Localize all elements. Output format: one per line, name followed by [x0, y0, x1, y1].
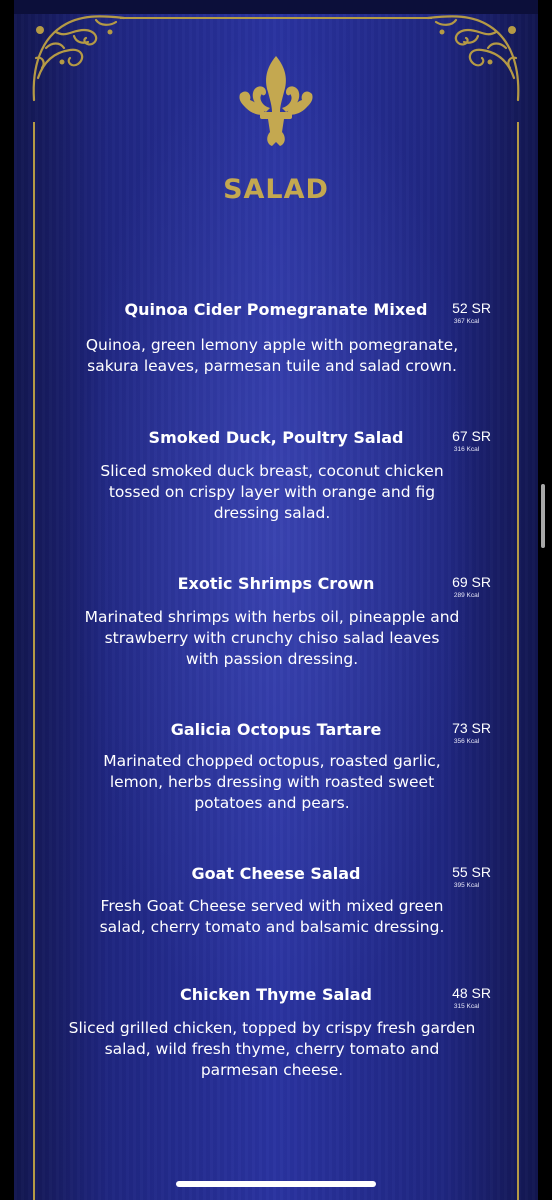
frame-right-line: [517, 122, 519, 1200]
frame-top-line: [120, 17, 432, 19]
item-description-text: Sliced smoked duck breast, coconut chick…: [100, 462, 444, 522]
item-price: 67 SR: [452, 428, 491, 444]
item-description-text: Marinated shrimps with herbs oil, pineap…: [84, 608, 460, 668]
section-title: SALAD: [223, 174, 329, 205]
item-price: 52 SR: [452, 300, 491, 316]
item-price: 69 SR: [452, 574, 491, 590]
item-kcal: 356 Kcal: [453, 738, 480, 745]
item-price: 48 SR: [452, 985, 491, 1001]
frame-left-line: [33, 122, 35, 1200]
corner-ornament-left-icon: [32, 15, 126, 102]
item-description-text: Fresh Goat Cheese served with mixed gree…: [99, 897, 445, 936]
item-price: 55 SR: [452, 864, 491, 880]
item-description-text: Sliced grilled chicken, topped by crispy…: [68, 1019, 476, 1079]
scrollbar[interactable]: [541, 484, 545, 548]
item-description: Fresh Goat Cheese served with mixed gree…: [54, 896, 490, 938]
item-description-text: Quinoa, green lemony apple with pomegran…: [85, 336, 459, 375]
item-description: Marinated shrimps with herbs oil, pineap…: [54, 607, 490, 670]
corner-ornament-right-icon: [426, 15, 520, 102]
item-description: Sliced smoked duck breast, coconut chick…: [54, 461, 490, 524]
item-kcal: 316 Kcal: [453, 446, 480, 453]
menu-page: SALAD Quinoa Cider Pomegranate Mixed 52 …: [14, 0, 538, 1200]
item-description: Marinated chopped octopus, roasted garli…: [54, 751, 490, 814]
item-description-text: Marinated chopped octopus, roasted garli…: [103, 752, 441, 812]
fleur-de-lis-icon: [239, 56, 313, 146]
item-description: Sliced grilled chicken, topped by crispy…: [50, 1018, 494, 1081]
item-kcal: 289 Kcal: [453, 592, 480, 599]
item-kcal: 315 Kcal: [453, 1003, 480, 1010]
item-description: Quinoa, green lemony apple with pomegran…: [54, 335, 490, 377]
item-price: 73 SR: [452, 720, 491, 736]
item-kcal: 395 Kcal: [453, 882, 480, 889]
home-indicator[interactable]: [176, 1181, 376, 1187]
item-kcal: 367 Kcal: [453, 318, 480, 325]
